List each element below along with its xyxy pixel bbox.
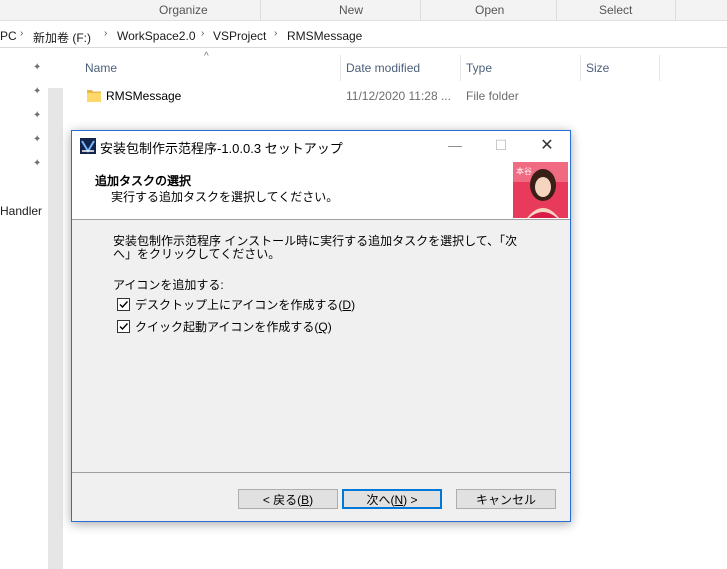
back-button-accel: B: [301, 493, 310, 507]
task-desktop-accel: D: [342, 298, 352, 312]
ribbon-open[interactable]: Open: [475, 3, 504, 17]
file-date: 11/12/2020 11:28 ...: [346, 89, 451, 103]
task-quicklaunch-accel: Q: [318, 320, 328, 334]
checkmark-icon: [119, 301, 129, 309]
accel-paren: ): [327, 320, 332, 334]
chevron-right-icon[interactable]: ›: [104, 28, 107, 39]
cancel-button-label: キャンセル: [475, 493, 536, 507]
ribbon-organize[interactable]: Organize: [159, 3, 208, 17]
pin-icon[interactable]: ✦: [33, 111, 43, 121]
next-button-accel: N: [394, 493, 404, 507]
breadcrumb-drive[interactable]: 新加卷 (F:): [33, 29, 91, 46]
ribbon-divider: [556, 0, 557, 20]
breadcrumb-current[interactable]: RMSMessage: [287, 29, 362, 43]
nav-item-handler[interactable]: Handler: [0, 204, 42, 218]
pin-icon[interactable]: ✦: [33, 159, 43, 169]
wizard-image: 本谷: [513, 162, 568, 218]
checkbox-quicklaunch-icon[interactable]: [117, 320, 130, 333]
svg-text:本谷: 本谷: [516, 166, 532, 176]
column-name[interactable]: Name: [85, 61, 117, 75]
dialog-title: 安装包制作示范程序-1.0.0.3 セットアップ: [100, 141, 343, 156]
pin-icon[interactable]: ✦: [33, 63, 43, 73]
instruction-line-2: へ」をクリックしてください。: [113, 247, 281, 261]
breadcrumb-pc[interactable]: PC: [0, 29, 17, 43]
breadcrumb-workspace[interactable]: WorkSpace2.0: [117, 29, 196, 43]
back-button-label: < 戻る: [262, 493, 298, 507]
chevron-right-icon[interactable]: ›: [201, 28, 204, 39]
navigation-scrollbar[interactable]: [48, 88, 63, 569]
page-subtitle: 実行する追加タスクを選択してください。: [111, 190, 339, 204]
back-button[interactable]: < 戻る(B): [238, 489, 338, 509]
breadcrumb-vsproject[interactable]: VSProject: [213, 29, 266, 43]
address-bar[interactable]: PC › 新加卷 (F:) › WorkSpace2.0 › VSProject…: [0, 25, 727, 48]
task-quicklaunch-label: クイック起動アイコンを作成する: [135, 320, 315, 334]
setup-app-icon: [80, 138, 96, 154]
chevron-right-icon[interactable]: ›: [20, 28, 23, 39]
next-button[interactable]: 次へ(N) >: [342, 489, 442, 509]
ribbon: Organize New Open Select: [0, 0, 727, 21]
button-divider: [72, 472, 570, 473]
ribbon-select[interactable]: Select: [599, 3, 632, 17]
close-icon[interactable]: ✕: [524, 131, 570, 160]
minimize-icon[interactable]: —: [432, 131, 478, 160]
task-quicklaunch-icon[interactable]: クイック起動アイコンを作成する(Q): [117, 318, 332, 335]
pin-icon[interactable]: ✦: [33, 87, 43, 97]
column-divider[interactable]: [580, 55, 581, 81]
instruction-text: 安装包制作示范程序 インストール時に実行する追加タスクを選択して、「次 へ」をク…: [113, 235, 533, 261]
column-divider[interactable]: [340, 55, 341, 81]
icon-group-label: アイコンを追加する:: [113, 278, 224, 292]
page-title: 追加タスクの選択: [95, 174, 192, 188]
task-desktop-icon[interactable]: デスクトップ上にアイコンを作成する(D): [117, 296, 355, 313]
sort-ascending-icon: ^: [204, 51, 209, 62]
ribbon-divider: [675, 0, 676, 20]
cancel-button[interactable]: キャンセル: [456, 489, 556, 509]
setup-dialog: 安装包制作示范程序-1.0.0.3 セットアップ — ☐ ✕ 追加タスクの選択 …: [71, 130, 571, 522]
ribbon-new[interactable]: New: [339, 3, 363, 17]
checkmark-icon: [119, 323, 129, 331]
column-size[interactable]: Size: [586, 61, 609, 75]
ribbon-divider: [420, 0, 421, 20]
next-button-suffix: >: [407, 493, 418, 507]
file-type: File folder: [466, 89, 519, 103]
maximize-icon: ☐: [494, 137, 508, 153]
ribbon-divider: [260, 0, 261, 20]
file-name[interactable]: RMSMessage: [106, 89, 181, 103]
column-divider[interactable]: [460, 55, 461, 81]
folder-icon: [87, 90, 101, 102]
column-divider[interactable]: [659, 55, 660, 81]
chevron-right-icon[interactable]: ›: [274, 28, 277, 39]
next-button-label: 次へ: [366, 493, 391, 507]
wizard-header: 追加タスクの選択 実行する追加タスクを選択してください。 本谷: [72, 160, 570, 220]
task-desktop-label: デスクトップ上にアイコンを作成する: [135, 298, 339, 312]
accel-paren: ): [351, 298, 356, 312]
column-type[interactable]: Type: [466, 61, 492, 75]
checkbox-desktop-icon[interactable]: [117, 298, 130, 311]
dialog-titlebar[interactable]: 安装包制作示范程序-1.0.0.3 セットアップ — ☐ ✕: [72, 131, 570, 160]
column-date-modified[interactable]: Date modified: [346, 61, 420, 75]
pin-icon[interactable]: ✦: [33, 135, 43, 145]
